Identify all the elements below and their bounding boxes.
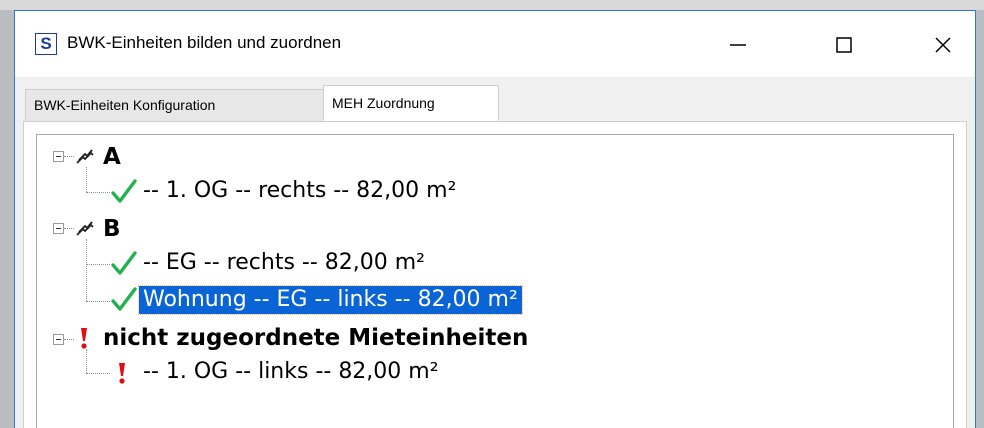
tree-connector [64, 228, 74, 229]
exclamation-icon [81, 328, 87, 349]
tree-item[interactable]: -- EG -- rechts -- 82,00 m² [143, 249, 425, 277]
tab-panel: A -- 1. OG -- rechts -- 82,00 m² B -- EG… [23, 121, 967, 428]
collapse-toggle-b[interactable] [53, 223, 64, 234]
tree-item-selected[interactable]: Wohnung -- EG -- links -- 82,00 m² [138, 285, 523, 315]
group-label-b: B [103, 216, 121, 242]
tree-connector [86, 192, 110, 193]
maximize-button[interactable] [821, 25, 867, 65]
group-label-a: A [103, 144, 121, 170]
tree-view[interactable]: A -- 1. OG -- rechts -- 82,00 m² B -- EG… [36, 134, 954, 428]
tree-connector [86, 167, 87, 192]
tree-connector [64, 156, 74, 157]
app-icon: S [35, 33, 57, 55]
tab-strip: BWK-Einheiten Konfiguration MEH Zuordnun… [15, 77, 975, 123]
stair-icon [76, 221, 94, 236]
close-button[interactable] [920, 25, 966, 65]
tree-connector [64, 339, 74, 340]
tree-item[interactable]: -- 1. OG -- links -- 82,00 m² [143, 358, 439, 386]
dialog-window: S BWK-Einheiten bilden und zuordnen BWK-… [14, 10, 976, 428]
stair-icon [76, 149, 94, 164]
check-icon [111, 179, 137, 203]
minimize-button[interactable] [715, 25, 761, 65]
check-icon [111, 287, 137, 311]
tree-connector [86, 349, 87, 373]
tree-connector [86, 264, 110, 265]
tree-connector [86, 373, 110, 374]
group-label-unassigned: nicht zugeordnete Mieteinheiten [103, 325, 529, 351]
minimize-icon [730, 44, 746, 46]
window-title: BWK-Einheiten bilden und zuordnen [67, 33, 342, 52]
close-icon [935, 37, 951, 53]
tree-connector [86, 301, 110, 302]
tree-connector [86, 239, 87, 301]
tab-meh-zuordnung[interactable]: MEH Zuordnung [323, 85, 499, 121]
exclamation-icon [119, 363, 125, 384]
collapse-toggle-unassigned[interactable] [53, 334, 64, 345]
tab-bwk-konfiguration[interactable]: BWK-Einheiten Konfiguration [25, 89, 325, 121]
background-app [0, 0, 984, 10]
collapse-toggle-a[interactable] [53, 151, 64, 162]
title-bar[interactable]: S BWK-Einheiten bilden und zuordnen [15, 11, 975, 77]
check-icon [111, 251, 137, 275]
maximize-icon [836, 37, 852, 53]
tree-item[interactable]: -- 1. OG -- rechts -- 82,00 m² [143, 177, 456, 205]
